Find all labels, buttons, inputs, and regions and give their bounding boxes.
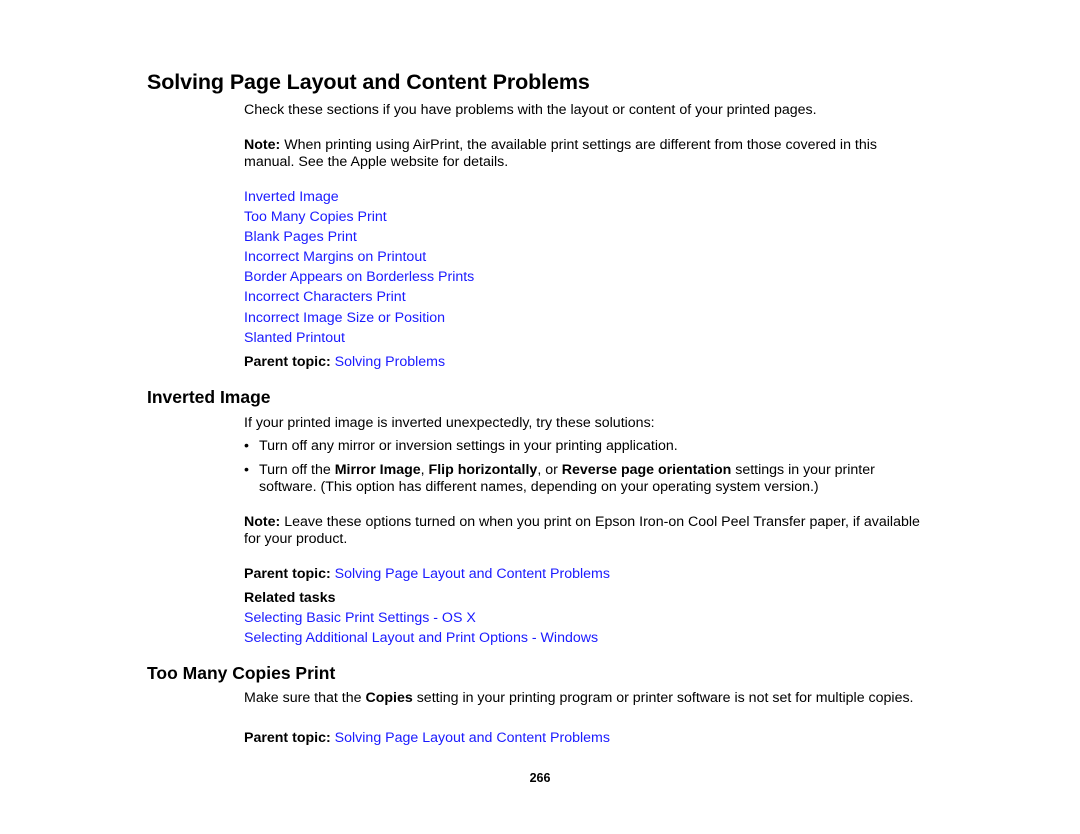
link-blank-pages[interactable]: Blank Pages Print: [244, 229, 357, 245]
parent-topic-label: Parent topic:: [244, 730, 331, 746]
link-border-appears[interactable]: Border Appears on Borderless Prints: [244, 269, 474, 285]
bullet-item: • Turn off the Mirror Image, Flip horizo…: [244, 462, 924, 496]
bullet-icon: •: [244, 438, 249, 454]
section-link-item: Blank Pages Print: [244, 229, 474, 249]
page-number: 266: [529, 771, 551, 785]
link-incorrect-characters[interactable]: Incorrect Characters Print: [244, 289, 406, 305]
parent-topic-2: Parent topic: Solving Page Layout and Co…: [244, 566, 924, 583]
bullet-item: • Turn off any mirror or inversion setti…: [244, 438, 924, 455]
section-link-item: Inverted Image: [244, 189, 474, 209]
section-link-item: Border Appears on Borderless Prints: [244, 269, 474, 289]
text-segment: Make sure that the: [244, 690, 366, 706]
section-links: Inverted Image Too Many Copies Print Bla…: [244, 189, 474, 350]
iron-on-note: Note: Leave these options turned on when…: [244, 514, 924, 548]
text-segment: Turn off the: [259, 462, 335, 478]
note-label: Note:: [244, 514, 281, 530]
link-incorrect-margins[interactable]: Incorrect Margins on Printout: [244, 249, 426, 265]
inverted-intro: If your printed image is inverted unexpe…: [244, 415, 655, 431]
parent-topic-3: Parent topic: Solving Page Layout and Co…: [244, 730, 924, 747]
related-task-item: Selecting Basic Print Settings - OS X: [244, 610, 924, 627]
text-segment: , or: [537, 462, 562, 478]
note-text: When printing using AirPrint, the availa…: [244, 137, 877, 170]
copies-paragraph: Make sure that the Copies setting in you…: [244, 690, 924, 707]
related-task-item: Selecting Additional Layout and Print Op…: [244, 630, 924, 647]
section-link-item: Incorrect Margins on Printout: [244, 249, 474, 269]
section-link-item: Too Many Copies Print: [244, 209, 474, 229]
intro-paragraph: Check these sections if you have problem…: [244, 102, 817, 118]
bullet-text: Turn off the Mirror Image, Flip horizont…: [259, 462, 924, 496]
link-too-many-copies[interactable]: Too Many Copies Print: [244, 209, 387, 225]
parent-topic-link[interactable]: Solving Page Layout and Content Problems: [335, 566, 610, 582]
related-tasks-label: Related tasks: [244, 590, 924, 607]
bullet-text: Turn off any mirror or inversion setting…: [259, 438, 678, 454]
link-slanted-printout[interactable]: Slanted Printout: [244, 330, 345, 346]
setting-name: Flip horizontally: [428, 462, 538, 478]
setting-name: Mirror Image: [334, 462, 421, 478]
section-link-item: Slanted Printout: [244, 330, 474, 350]
section-link-item: Incorrect Image Size or Position: [244, 310, 474, 330]
document-page: Solving Page Layout and Content Problems…: [0, 0, 1080, 834]
related-tasks-heading: Related tasks: [244, 590, 336, 606]
setting-name: Reverse page orientation: [561, 462, 732, 478]
parent-topic-link[interactable]: Solving Page Layout and Content Problems: [335, 730, 610, 746]
note-text: Leave these options turned on when you p…: [244, 514, 920, 547]
setting-name: Copies: [365, 690, 413, 706]
section-link-item: Incorrect Characters Print: [244, 289, 474, 309]
section-heading-inverted-image: Inverted Image: [147, 387, 271, 407]
page-title: Solving Page Layout and Content Problems: [147, 70, 590, 94]
text-segment: ,: [420, 462, 429, 478]
parent-topic-label: Parent topic:: [244, 566, 331, 582]
airprint-note: Note: When printing using AirPrint, the …: [244, 137, 924, 171]
bullet-icon: •: [244, 462, 249, 478]
note-label: Note:: [244, 137, 281, 153]
link-incorrect-image-size[interactable]: Incorrect Image Size or Position: [244, 310, 445, 326]
section-heading-too-many-copies: Too Many Copies Print: [147, 663, 336, 683]
link-inverted-image[interactable]: Inverted Image: [244, 189, 339, 205]
parent-topic-link[interactable]: Solving Problems: [335, 354, 445, 370]
text-segment: setting in your printing program or prin…: [412, 690, 914, 706]
link-basic-print-settings-osx[interactable]: Selecting Basic Print Settings - OS X: [244, 610, 476, 626]
link-additional-layout-windows[interactable]: Selecting Additional Layout and Print Op…: [244, 630, 598, 646]
parent-topic-label: Parent topic:: [244, 354, 331, 370]
parent-topic-1: Parent topic: Solving Problems: [244, 354, 924, 371]
